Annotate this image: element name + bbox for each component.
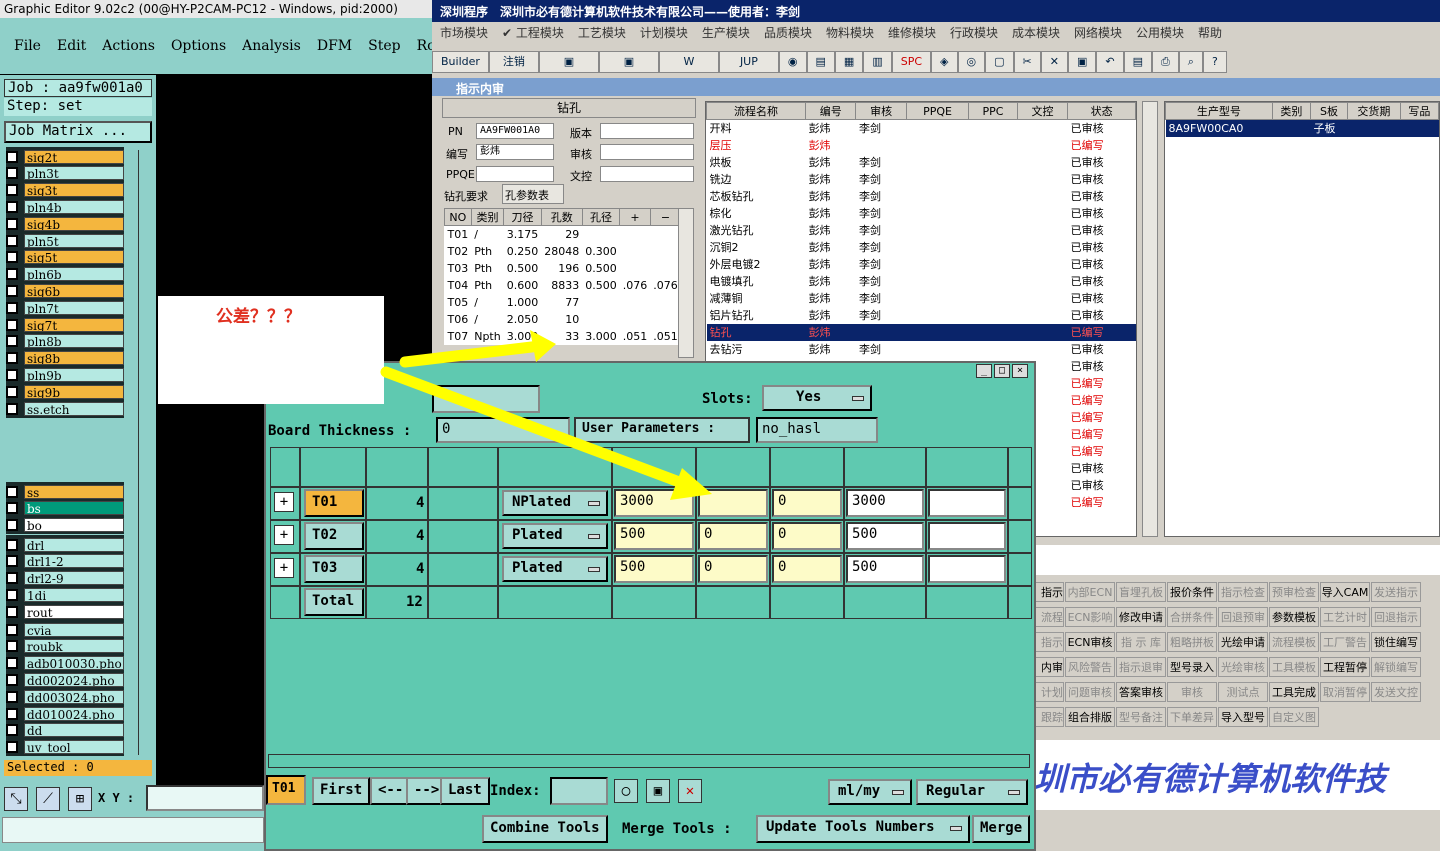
annotation-arrows xyxy=(380,330,712,500)
